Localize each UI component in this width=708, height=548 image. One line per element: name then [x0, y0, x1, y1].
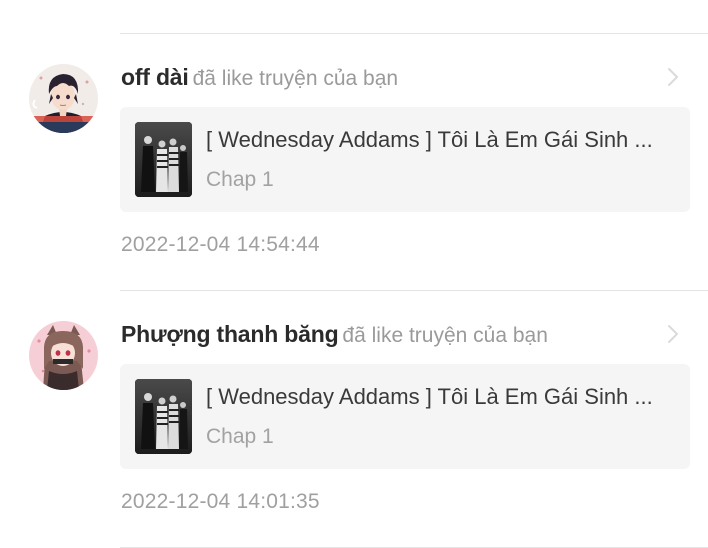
- story-card[interactable]: [ Wednesday Addams ] Tôi Là Em Gái Sinh …: [120, 364, 690, 469]
- timestamp: 2022-12-04 14:01:35: [121, 490, 320, 513]
- anime-girl-avatar-icon: [29, 321, 98, 390]
- chapter-label: Chap 1: [206, 168, 274, 191]
- notification-item[interactable]: Phượng thanh băngđã like truyện của bạn: [0, 290, 708, 546]
- avatar[interactable]: [29, 64, 98, 133]
- notification-item[interactable]: off dài đã like truyện của bạn [Wednesd…: [0, 33, 708, 289]
- story-title[interactable]: [ Wednesday Addams ] Tôi Là Em Gái Sinh …: [206, 382, 676, 412]
- anime-boy-avatar-icon: [29, 64, 98, 133]
- story-card[interactable]: [ Wednesday Addams ] Tôi Là Em Gái Sinh …: [120, 107, 690, 212]
- timestamp: 2022-12-04 14:54:44: [121, 233, 320, 256]
- chapter-label: Chap 1: [206, 425, 274, 448]
- action-text: đã like truyện của bạn: [342, 324, 548, 347]
- notification-headline: off dài đã like truyện của bạn: [121, 61, 398, 97]
- username[interactable]: Phượng thanh băng: [121, 321, 339, 347]
- addams-family-cover-icon: [135, 379, 192, 454]
- username[interactable]: off dài: [121, 64, 189, 90]
- notification-list: off dài đã like truyện của bạn [Wednesd…: [0, 0, 708, 548]
- story-thumbnail: [135, 122, 192, 197]
- chevron-right-icon[interactable]: [664, 324, 682, 344]
- notification-headline: Phượng thanh băng đã like truyện của bạn: [121, 318, 548, 354]
- chevron-right-icon[interactable]: [664, 67, 682, 87]
- story-thumbnail: [135, 379, 192, 454]
- avatar[interactable]: [29, 321, 98, 390]
- story-title[interactable]: [ Wednesday Addams ] Tôi Là Em Gái Sinh …: [206, 125, 676, 155]
- action-text: đã like truyện của bạn: [192, 67, 399, 90]
- addams-family-cover-icon: [135, 122, 192, 197]
